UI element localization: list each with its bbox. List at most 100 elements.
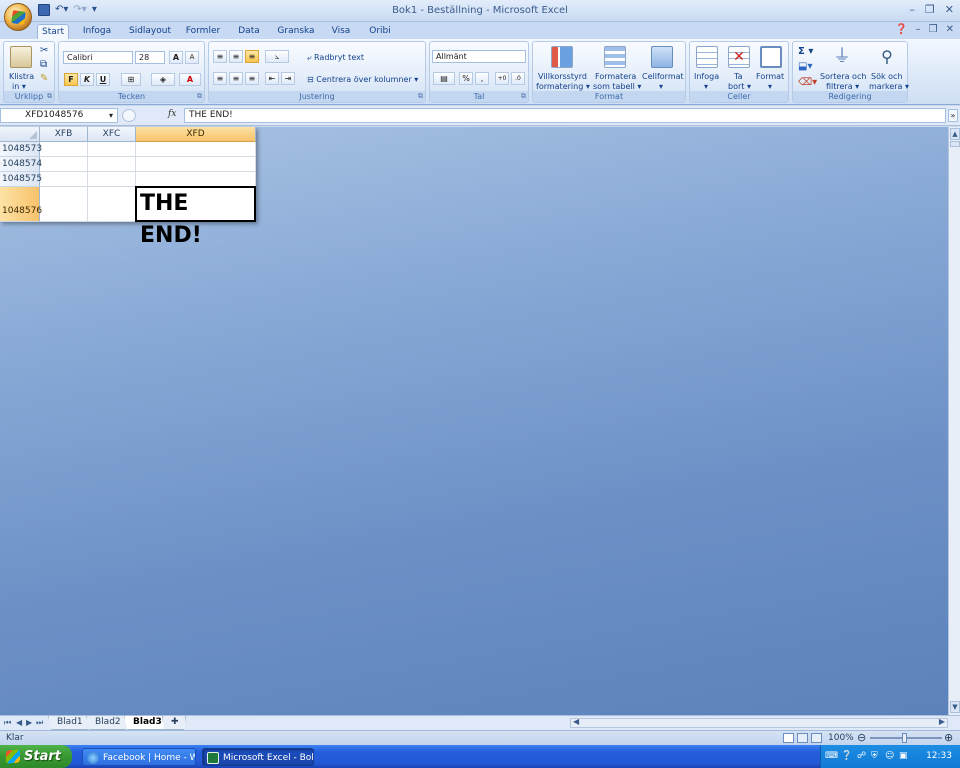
currency-icon[interactable]: ▤ xyxy=(433,72,455,85)
active-cell-xfd-1048576[interactable]: THE END! xyxy=(135,186,256,248)
align-left-icon[interactable]: ≡ xyxy=(213,72,227,85)
scroll-down-icon[interactable]: ▼ xyxy=(950,701,960,713)
cell-xfb-1048573[interactable] xyxy=(40,142,88,157)
format-painter-icon[interactable]: ✎ xyxy=(40,74,48,84)
office-button[interactable] xyxy=(4,3,32,31)
cell-xfb-1048575[interactable] xyxy=(40,172,88,187)
cell-xfd-1048574[interactable] xyxy=(136,157,256,172)
sheet-tab-blad1[interactable]: Blad1 xyxy=(48,716,92,730)
font-color-icon[interactable]: A xyxy=(179,73,201,86)
security-icon[interactable]: ⛨ xyxy=(871,745,878,768)
insert-cells-label[interactable]: Infoga xyxy=(694,72,719,82)
delete-cells-icon[interactable]: ✕ xyxy=(728,46,750,68)
doc-close-icon[interactable]: ✕ xyxy=(946,24,954,35)
taskbar-item-facebook[interactable]: Facebook | Home - W... xyxy=(82,748,196,766)
cell-xfc-1048573[interactable] xyxy=(88,142,136,157)
horizontal-scrollbar[interactable]: ◀ ▶ xyxy=(570,717,948,728)
font-size-box[interactable]: 28 xyxy=(135,51,165,64)
tab-infoga[interactable]: Infoga xyxy=(78,24,116,39)
vertical-scrollbar[interactable]: ▲ ▼ xyxy=(948,127,960,715)
close-icon[interactable]: ✕ xyxy=(945,3,954,16)
scroll-right-icon[interactable]: ▶ xyxy=(939,717,945,726)
cell-xfc-1048574[interactable] xyxy=(88,157,136,172)
row-header-1048574[interactable]: 1048574 xyxy=(0,157,42,172)
clipboard-launcher-icon[interactable]: ⧉ xyxy=(47,92,52,101)
number-launcher-icon[interactable]: ⧉ xyxy=(521,92,526,101)
page-layout-view-icon[interactable] xyxy=(797,733,808,743)
formula-input[interactable]: THE END! xyxy=(184,108,946,123)
format-cells-icon[interactable] xyxy=(760,46,782,68)
last-sheet-icon[interactable]: ⏭ xyxy=(36,717,43,729)
messenger-icon[interactable]: ☺ xyxy=(885,745,894,768)
scroll-up-icon[interactable]: ▲ xyxy=(950,128,960,140)
row-header-1048575[interactable]: 1048575 xyxy=(0,172,42,187)
align-bottom-icon[interactable]: ≡ xyxy=(245,50,259,63)
sort-filter-label[interactable]: Sortera och xyxy=(820,72,866,82)
restore-icon[interactable]: ❐ xyxy=(925,3,935,16)
borders-icon[interactable]: ⊞ xyxy=(121,73,141,86)
first-sheet-icon[interactable]: ⏮ xyxy=(4,717,11,729)
scroll-left-icon[interactable]: ◀ xyxy=(573,717,579,726)
select-all-button[interactable] xyxy=(0,127,40,142)
increase-indent-icon[interactable]: ⇥ xyxy=(281,72,295,85)
cell-xfb-1048574[interactable] xyxy=(40,157,88,172)
expand-formula-icon[interactable]: » xyxy=(948,109,958,122)
paste-label[interactable]: Klistra xyxy=(9,72,34,82)
network-icon[interactable]: ☍ xyxy=(857,745,866,768)
cell-xfb-1048576[interactable] xyxy=(40,187,88,222)
font-launcher-icon[interactable]: ⧉ xyxy=(197,92,202,101)
align-top-icon[interactable]: ≡ xyxy=(213,50,227,63)
page-break-view-icon[interactable] xyxy=(811,733,822,743)
copy-icon[interactable]: ⧉ xyxy=(40,60,47,70)
alignment-launcher-icon[interactable]: ⧉ xyxy=(418,92,423,101)
sort-filter-icon[interactable]: ⏚ xyxy=(831,46,853,68)
start-button[interactable]: Start xyxy=(0,745,72,768)
formula-cancel-icon[interactable] xyxy=(122,109,136,122)
cell-xfd-1048575[interactable] xyxy=(136,172,256,187)
cell-xfc-1048576[interactable] xyxy=(88,187,136,222)
format-cells-label[interactable]: Format xyxy=(756,72,784,82)
row-header-1048573[interactable]: 1048573 xyxy=(0,142,42,157)
insert-function-icon[interactable]: fx xyxy=(168,109,176,119)
clear-icon[interactable]: ⌫▾ xyxy=(798,78,817,88)
scroll-thumb[interactable] xyxy=(950,141,960,147)
conditional-format-icon[interactable] xyxy=(551,46,573,68)
align-middle-icon[interactable]: ≡ xyxy=(229,50,243,63)
align-center-icon[interactable]: ≡ xyxy=(229,72,243,85)
italic-button[interactable]: K xyxy=(80,73,94,86)
doc-restore-icon[interactable]: ❐ xyxy=(929,24,938,35)
merge-center-button[interactable]: ⊟ Centrera över kolumner ▾ xyxy=(307,75,418,85)
align-right-icon[interactable]: ≡ xyxy=(245,72,259,85)
tab-start[interactable]: Start xyxy=(37,24,69,39)
comma-button[interactable]: , xyxy=(475,72,489,85)
normal-view-icon[interactable] xyxy=(783,733,794,743)
find-select-icon[interactable]: ⚲ xyxy=(876,46,898,68)
autosum-button[interactable]: Σ ▾ xyxy=(798,47,813,57)
conditional-format-label[interactable]: Villkorsstyrd xyxy=(538,72,587,82)
cell-xfc-1048575[interactable] xyxy=(88,172,136,187)
monitor-icon[interactable]: ▣ xyxy=(899,745,908,768)
help-icon[interactable]: ❓ xyxy=(895,24,907,35)
row-header-1048576[interactable]: 1048576 xyxy=(0,187,42,222)
minimize-icon[interactable]: – xyxy=(909,3,915,16)
shrink-font-icon[interactable]: A xyxy=(185,51,199,64)
fill-color-icon[interactable]: ◈ xyxy=(151,73,175,86)
insert-sheet-icon[interactable]: ✚ xyxy=(162,716,186,730)
help-tray-icon[interactable]: ❔ xyxy=(841,745,852,768)
fill-icon[interactable]: ⬓▾ xyxy=(798,62,812,72)
insert-cells-icon[interactable] xyxy=(696,46,718,68)
font-name-box[interactable]: Calibri xyxy=(63,51,133,64)
tray-clock[interactable]: 12:33 xyxy=(926,745,952,768)
underline-button[interactable]: U xyxy=(96,73,110,86)
tab-oribi[interactable]: Oribi xyxy=(365,24,395,39)
cell-xfd-1048573[interactable] xyxy=(136,142,256,157)
grow-font-icon[interactable]: A xyxy=(169,51,183,64)
name-box[interactable]: XFD1048576 xyxy=(0,108,118,123)
cell-styles-icon[interactable] xyxy=(651,46,673,68)
orientation-icon[interactable]: ⦣ xyxy=(265,50,289,63)
tab-granska[interactable]: Granska xyxy=(275,24,317,39)
tab-data[interactable]: Data xyxy=(234,24,264,39)
keyboard-icon[interactable]: ⌨ xyxy=(825,745,838,768)
cell-styles-label[interactable]: Cellformat xyxy=(642,72,684,82)
number-format-box[interactable]: Allmänt xyxy=(432,50,526,63)
